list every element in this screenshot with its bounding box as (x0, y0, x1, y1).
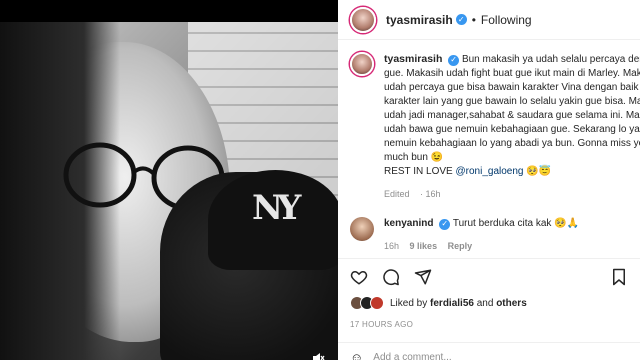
author-username[interactable]: tyasmirasih (386, 13, 453, 27)
following-button[interactable]: Following (481, 13, 532, 27)
liked-by-and: and (476, 297, 494, 309)
add-comment-bar: ☺ Add a comment... (338, 342, 640, 360)
caption-avatar[interactable] (350, 52, 374, 76)
caption-line: udah bawa gue nemuin kebahagiaan gue. Se… (384, 124, 640, 135)
commenter-username[interactable]: kenyanind (384, 218, 433, 229)
share-icon[interactable] (414, 268, 432, 286)
separator-dot: • (471, 12, 476, 27)
caption-line: much bun 😉 (384, 152, 444, 163)
post-media[interactable]: NY (0, 22, 338, 360)
verified-icon: ✓ (439, 218, 451, 230)
verified-icon: ✓ (455, 14, 467, 25)
post-header: tyasmirasih ✓ • Following (338, 0, 640, 40)
post-timestamp[interactable]: 17 HOURS AGO (350, 320, 413, 329)
emoji-icon[interactable]: ☺ (350, 350, 363, 360)
liked-by-user[interactable]: ferdiali56 (430, 298, 474, 309)
rest-in-love-text: REST IN LOVE (384, 166, 453, 177)
edited-label: Edited · 16h (384, 189, 441, 199)
add-comment-input[interactable]: Add a comment... (373, 352, 451, 360)
cap-logo: NY (252, 188, 301, 228)
comments-list[interactable]: tyasmirasih ✓ Bun makasih ya udah selalu… (338, 40, 640, 258)
comment-likes[interactable]: 9 likes (410, 241, 438, 251)
reply-button[interactable]: Reply (448, 241, 473, 251)
caption-line: gue. Makasih udah fight buat gue ikut ma… (384, 68, 640, 79)
comment-item: kenyanind ✓ Turut berduka cita kak 🥺🙏 16… (338, 201, 640, 253)
mention-link[interactable]: @roni_galoeng (456, 166, 524, 177)
caption-line: udah jadi manager,sahabat & saudara gue … (384, 110, 640, 121)
comment-meta: 16h 9 likes Reply (384, 239, 579, 253)
bookmark-icon[interactable] (610, 268, 628, 286)
caption-body: tyasmirasih ✓ Bun makasih ya udah selalu… (384, 52, 640, 201)
caption-line: Bun makasih ya udah selalu percaya denga… (461, 54, 640, 65)
caption-username[interactable]: tyasmirasih (384, 53, 442, 65)
rest-emojis: 🥺😇 (526, 166, 552, 177)
comment-body: kenyanind ✓ Turut berduka cita kak 🥺🙏 16… (384, 217, 579, 253)
post-actions (338, 258, 640, 294)
comment-icon[interactable] (382, 268, 400, 286)
caption: tyasmirasih ✓ Bun makasih ya udah selalu… (338, 40, 640, 201)
heart-icon[interactable] (350, 268, 368, 286)
mute-icon[interactable] (308, 348, 328, 360)
caption-line: udah percaya gue bisa bawain karakter Vi… (384, 82, 640, 93)
liker-avatar[interactable] (370, 296, 384, 310)
liked-by-others[interactable]: others (496, 298, 527, 309)
liker-avatars (350, 296, 384, 310)
caption-line: karakter lain yang gue bawain lo selalu … (384, 96, 640, 107)
post-panel: tyasmirasih ✓ • Following tyasmirasih ✓ … (338, 0, 640, 360)
comment-text: Turut berduka cita kak 🥺🙏 (452, 218, 580, 229)
caption-line: nemuin kebahagiaan lo yang abadi ya bun.… (384, 138, 640, 149)
likes-summary: Liked by ferdiali56 and others (350, 296, 527, 310)
caption-meta: Edited · 16h (384, 187, 640, 201)
liked-by-prefix: Liked by (390, 297, 428, 309)
author-avatar[interactable] (350, 6, 376, 33)
comment-time: 16h (384, 241, 400, 251)
commenter-avatar[interactable] (350, 217, 374, 241)
verified-icon: ✓ (448, 54, 460, 66)
